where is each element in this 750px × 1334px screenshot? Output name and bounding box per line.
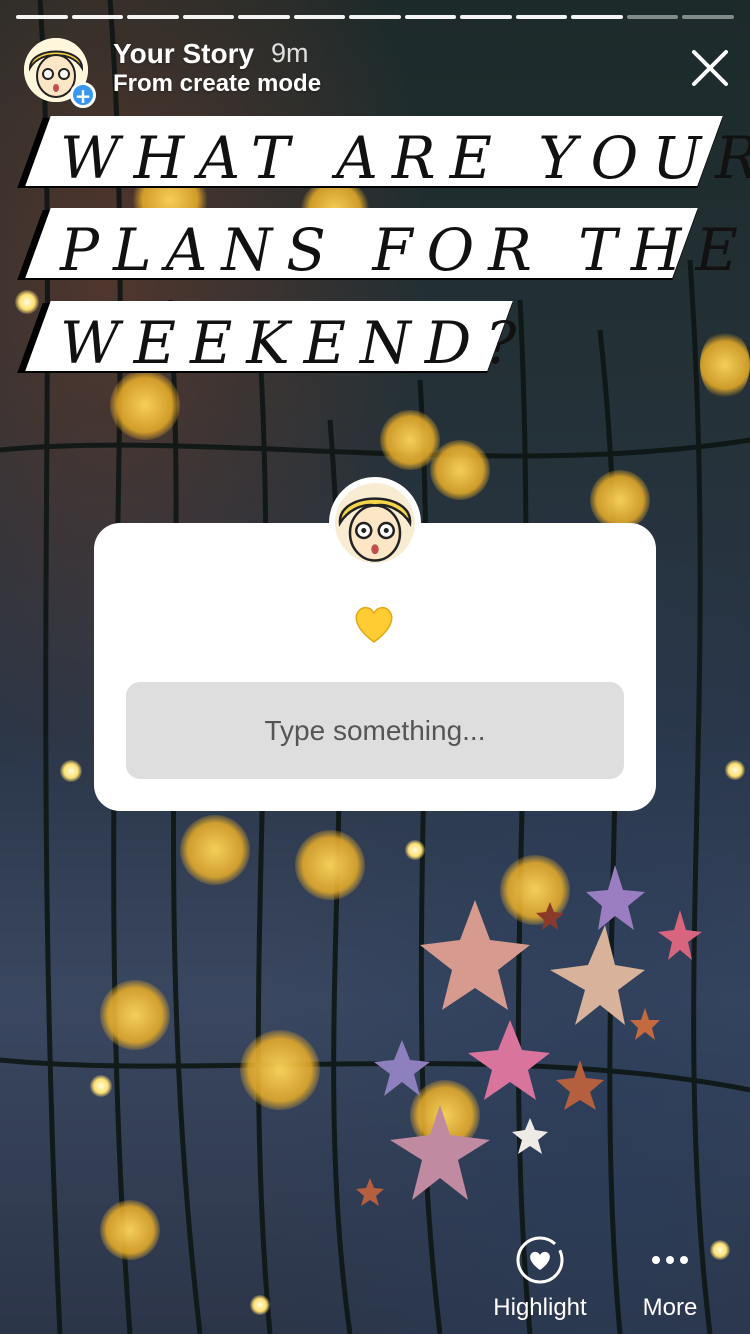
bokeh-light [700,330,750,400]
star-shape [390,1105,490,1200]
headline-line-3: WEEKEND? [17,301,516,377]
progress-segment [571,15,623,19]
star-shape [658,910,702,960]
star-shape [630,1008,660,1040]
progress-segment [71,15,124,19]
question-avatar [329,477,421,569]
string-light [405,840,425,860]
bokeh-light [100,980,170,1050]
more-label: More [642,1294,698,1321]
bokeh-light [180,815,250,885]
headline-line-2: PLANS FOR THE [17,208,738,284]
progress-segment [238,15,290,19]
star-shape [420,900,530,1010]
headline-line-1: WHAT ARE YOUR [17,116,750,192]
story-screen: + Your Story 9m From create mode WHAT AR… [0,0,750,1334]
headline-text: WEEKEND? [60,309,531,377]
close-icon[interactable] [690,48,730,88]
highlight-button[interactable]: Highlight [480,1232,600,1322]
progress-segment [626,15,679,19]
bokeh-light [590,470,650,530]
more-dots-icon [652,1256,688,1264]
bokeh-light [100,1200,160,1260]
headline-text: PLANS FOR THE [60,216,750,284]
question-answer-input[interactable]: Type something... [126,682,624,779]
string-light [90,1075,112,1097]
progress-segment [127,15,179,19]
star-shape [556,1060,604,1110]
progress-segment [515,15,568,19]
star-shape [468,1020,550,1100]
story-owner-title[interactable]: Your Story [113,38,254,70]
progress-segment [682,15,734,19]
add-story-plus-icon[interactable]: + [70,82,96,108]
heart-circle-icon [516,1236,564,1284]
stars-sticker [356,865,702,1206]
string-light [250,1295,270,1315]
string-light [60,760,82,782]
story-subtitle: From create mode [113,70,322,97]
story-progress-bar [16,15,734,19]
progress-segment [404,15,457,19]
progress-segment [182,15,235,19]
avatar-face-icon [338,497,412,562]
progress-segment [460,15,512,19]
star-shape [356,1178,384,1206]
star-shape [550,925,645,1025]
bokeh-light [430,440,490,500]
more-button[interactable]: More [620,1232,720,1322]
yellow-heart-icon [355,606,393,643]
bokeh-light [110,370,180,440]
profile-avatar[interactable]: + [24,38,96,108]
string-light [725,760,745,780]
highlight-label: Highlight [493,1294,587,1321]
progress-segment [293,15,346,19]
progress-segment [16,15,68,19]
star-shape [536,902,564,930]
star-shape [374,1040,430,1096]
headline-text: WHAT ARE YOUR [60,124,750,192]
progress-segment [349,15,401,19]
star-shape [586,865,645,930]
star-shape [512,1118,548,1154]
bokeh-light [240,1030,320,1110]
story-timestamp: 9m [271,38,309,68]
